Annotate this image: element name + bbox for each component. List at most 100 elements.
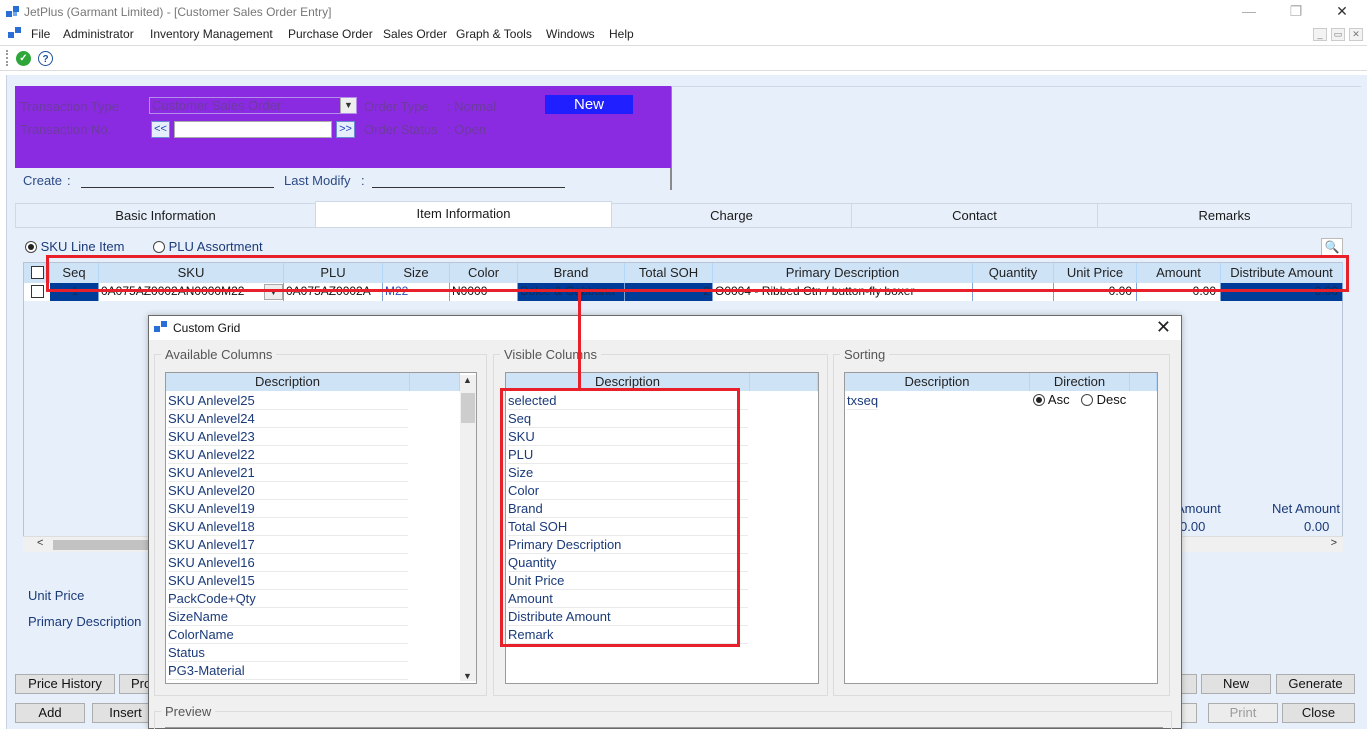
- menu-windows[interactable]: Windows: [546, 27, 595, 41]
- sorting-title: Sorting: [840, 347, 890, 362]
- sorting-header-description: Description: [845, 373, 1030, 391]
- minimize-button[interactable]: —: [1234, 3, 1264, 19]
- available-header-description: Description: [166, 373, 410, 391]
- generate-button[interactable]: Generate: [1276, 674, 1355, 694]
- amount-total-value: 0.00: [1180, 519, 1206, 534]
- available-column-item[interactable]: SKU Anlevel18: [168, 518, 408, 536]
- order-status-value: : Open: [447, 122, 487, 137]
- unit-price-label: Unit Price: [28, 588, 85, 603]
- order-type-value: : Normal: [447, 99, 497, 114]
- sorting-header-direction: Direction: [1030, 373, 1130, 391]
- scroll-left-icon[interactable]: <: [37, 537, 43, 549]
- row-checkbox[interactable]: [31, 285, 44, 298]
- available-column-item[interactable]: Status: [168, 644, 408, 662]
- mdi-close-button[interactable]: ✕: [1349, 28, 1363, 41]
- menu-graph-tools[interactable]: Graph & Tools: [456, 27, 532, 41]
- help-icon[interactable]: ?: [38, 51, 53, 66]
- sorting-group: Sorting Description Direction txseq Asc …: [833, 347, 1170, 696]
- plu-assortment-option[interactable]: PLU Assortment: [153, 239, 263, 254]
- next-transaction-button[interactable]: >>: [336, 121, 355, 138]
- tab-item-information[interactable]: Item Information: [315, 201, 612, 228]
- sort-asc-option[interactable]: Asc: [1033, 392, 1070, 407]
- primary-description-label: Primary Description: [28, 614, 142, 629]
- available-column-item[interactable]: SizeName: [168, 608, 408, 626]
- menu-purchase-order[interactable]: Purchase Order: [288, 27, 373, 41]
- create-label: Create: [23, 173, 63, 188]
- available-column-item[interactable]: SKU Anlevel25: [168, 392, 408, 410]
- toolbar: ✓ ?: [0, 45, 1367, 71]
- restore-button[interactable]: ❐: [1281, 3, 1311, 20]
- mdi-app-icon: [8, 27, 21, 38]
- available-column-item[interactable]: SKU Anlevel19: [168, 500, 408, 518]
- available-vertical-scrollbar[interactable]: ▲ ▼: [460, 375, 476, 681]
- menu-inventory-management[interactable]: Inventory Management: [150, 27, 273, 41]
- mdi-minimize-button[interactable]: _: [1313, 28, 1327, 41]
- visible-columns-highlight: [500, 388, 740, 647]
- sort-desc-option[interactable]: Desc: [1081, 392, 1126, 407]
- scroll-up-icon[interactable]: ▲: [463, 375, 472, 385]
- close-window-button[interactable]: ✕: [1327, 3, 1357, 20]
- available-column-item[interactable]: SKU Anlevel22: [168, 446, 408, 464]
- transaction-header: Transaction Type Customer Sales Order ▼ …: [15, 86, 671, 168]
- status-badge: New: [545, 95, 633, 114]
- scroll-thumb[interactable]: [461, 393, 475, 423]
- scroll-right-icon[interactable]: >: [1331, 537, 1337, 549]
- print-button[interactable]: Print: [1208, 703, 1278, 723]
- menu-sales-order[interactable]: Sales Order: [383, 27, 447, 41]
- confirm-check-icon[interactable]: ✓: [16, 51, 31, 66]
- sorting-row-description[interactable]: txseq: [847, 392, 879, 410]
- last-modify-field-underline: [372, 187, 565, 188]
- available-column-item[interactable]: ColorName: [168, 626, 408, 644]
- sorting-list[interactable]: Description Direction txseq Asc Desc: [844, 372, 1158, 684]
- transaction-type-label: Transaction Type: [20, 99, 119, 114]
- title-bar: JetPlus (Garmant Limited) - [Customer Sa…: [0, 0, 1367, 24]
- sku-line-item-option[interactable]: SKU Line Item: [25, 239, 124, 254]
- net-amount-value: 0.00: [1304, 519, 1330, 534]
- audit-row: Create : Last Modify :: [15, 168, 671, 190]
- tab-remarks[interactable]: Remarks: [1097, 203, 1352, 228]
- close-button[interactable]: Close: [1282, 703, 1355, 723]
- add-button[interactable]: Add: [15, 703, 85, 723]
- available-columns-list[interactable]: Description SKU Anlevel25 SKU Anlevel24 SK…: [165, 372, 477, 684]
- available-column-item[interactable]: SKU Anlevel23: [168, 428, 408, 446]
- tab-strip: Basic Information Item Information Charg…: [15, 201, 1352, 228]
- transaction-no-input[interactable]: [174, 121, 332, 138]
- toolbar-grip: [6, 50, 8, 66]
- dialog-title: Custom Grid: [173, 321, 241, 335]
- transaction-type-select[interactable]: Customer Sales Order ▼: [149, 97, 357, 114]
- previous-transaction-button[interactable]: <<: [151, 121, 170, 138]
- price-history-button[interactable]: Price History: [15, 674, 115, 694]
- tab-basic-information[interactable]: Basic Information: [15, 203, 316, 228]
- select-all-checkbox[interactable]: [31, 266, 44, 279]
- grid-columns-highlight: [46, 255, 1349, 292]
- available-column-item[interactable]: SKU Anlevel16: [168, 554, 408, 572]
- menu-file[interactable]: File: [31, 27, 50, 41]
- app-logo-icon: [6, 6, 19, 17]
- menu-administrator[interactable]: Administrator: [63, 27, 134, 41]
- window-title: JetPlus (Garmant Limited) - [Customer Sa…: [24, 5, 332, 19]
- available-column-item[interactable]: PG3-Material: [168, 662, 408, 680]
- transaction-no-label: Transaction No.: [20, 122, 112, 137]
- header-right-panel: [671, 86, 1361, 190]
- radio-unselected-icon: [1081, 394, 1093, 406]
- radio-unselected-icon: [153, 241, 165, 253]
- preview-area: [165, 727, 1163, 728]
- dialog-app-icon: [154, 321, 167, 332]
- scroll-down-icon[interactable]: ▼: [463, 671, 472, 681]
- available-column-item[interactable]: SKU Anlevel17: [168, 536, 408, 554]
- new-button[interactable]: New: [1201, 674, 1271, 694]
- menu-help[interactable]: Help: [609, 27, 634, 41]
- tab-charge[interactable]: Charge: [611, 203, 852, 228]
- close-dialog-icon[interactable]: ✕: [1156, 317, 1171, 338]
- order-type-label: Order Type: [364, 99, 429, 114]
- order-status-label: Order Status: [364, 122, 438, 137]
- available-column-item[interactable]: SKU Anlevel21: [168, 464, 408, 482]
- available-column-item[interactable]: SKU Anlevel24: [168, 410, 408, 428]
- available-column-item[interactable]: SKU Anlevel15: [168, 572, 408, 590]
- available-column-item[interactable]: PackCode+Qty: [168, 590, 408, 608]
- mdi-restore-button[interactable]: ▭: [1331, 28, 1345, 41]
- tab-contact[interactable]: Contact: [851, 203, 1098, 228]
- available-column-item[interactable]: SKU Anlevel20: [168, 482, 408, 500]
- net-amount-label: Net Amount: [1272, 501, 1340, 516]
- amount-total-label: Amount: [1176, 501, 1221, 516]
